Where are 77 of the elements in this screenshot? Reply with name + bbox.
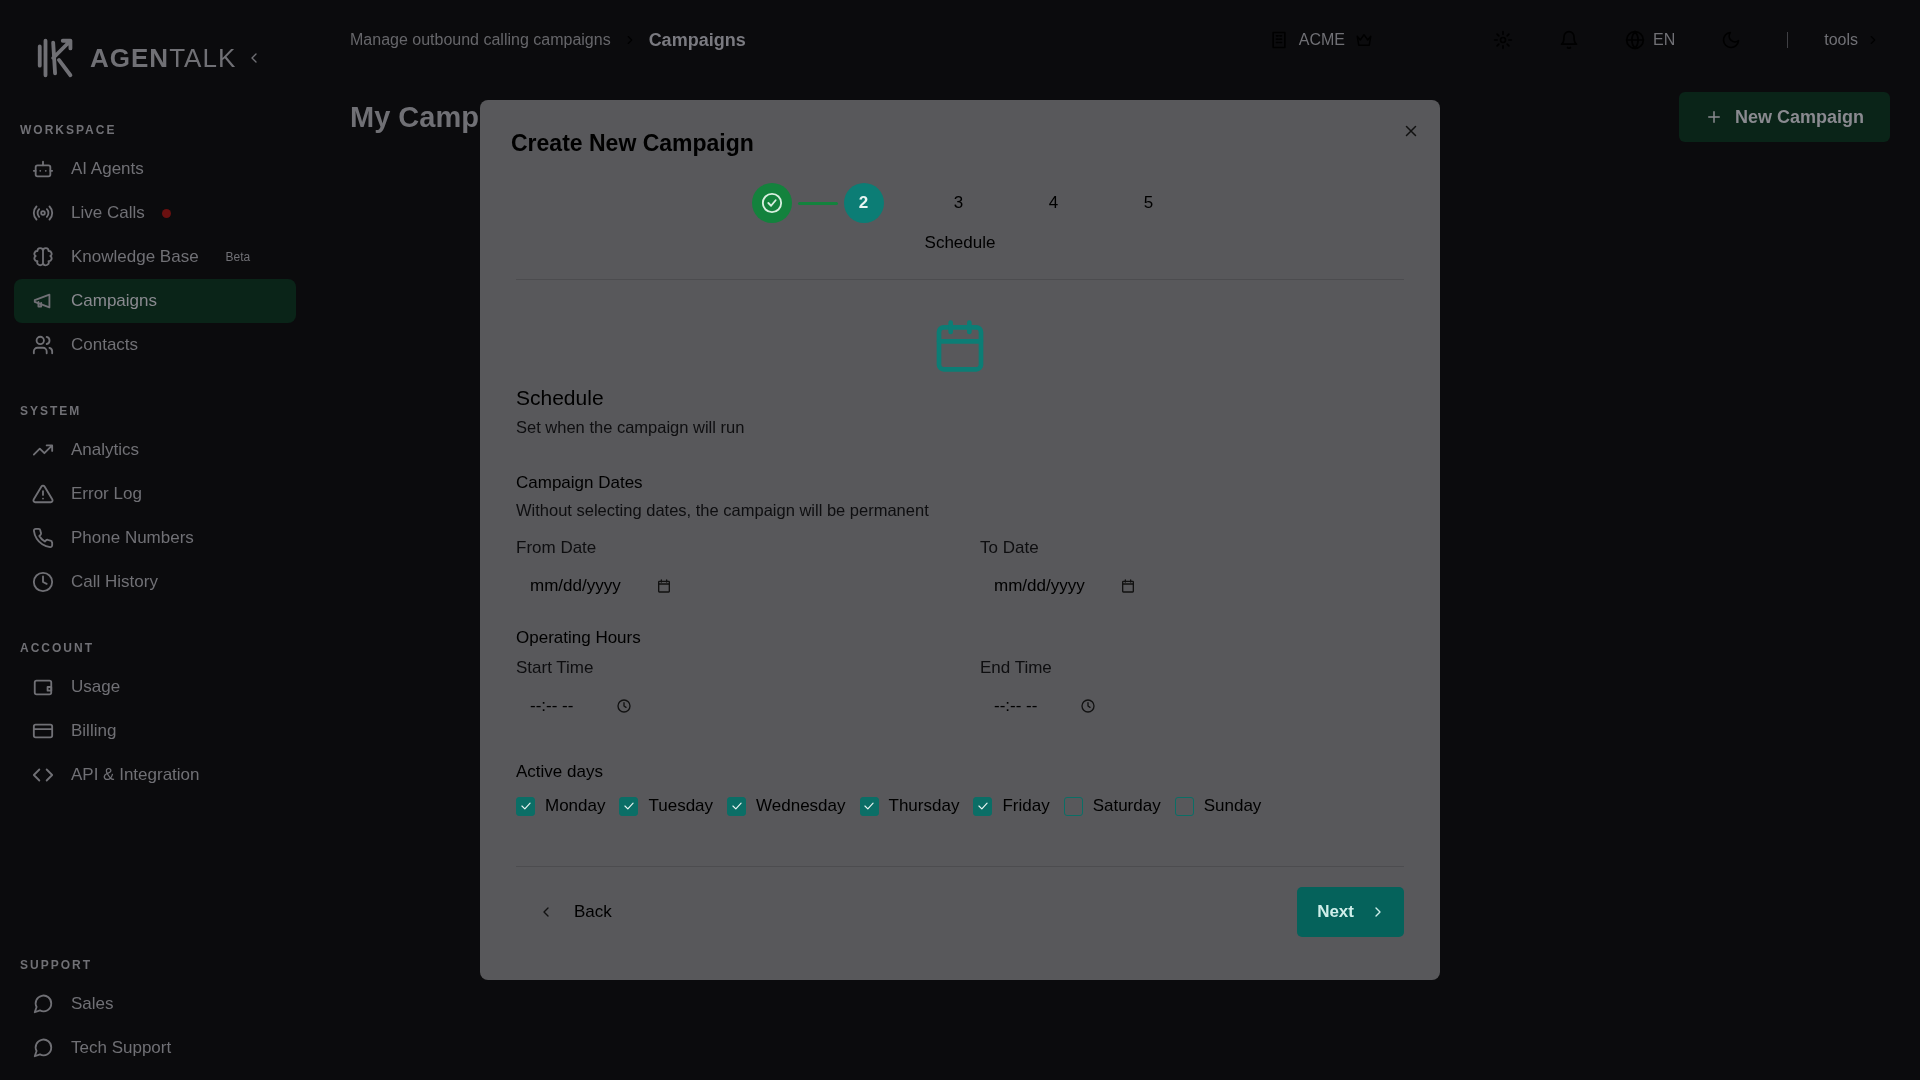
checkbox[interactable] <box>859 796 879 816</box>
phone-icon <box>32 527 54 549</box>
group-note: Without selecting dates, the campaign will be permanent <box>516 501 929 520</box>
sidebar-item[interactable]: API & Integration <box>14 753 296 797</box>
language-label[interactable]: EN <box>1652 31 1676 49</box>
page-title: My Camp <box>350 100 479 134</box>
group-heading: Active days <box>516 762 603 782</box>
section-heading: Schedule <box>516 386 605 410</box>
step-indicator: 2 <box>843 183 884 223</box>
breadcrumb-link[interactable]: Manage outbound calling campaigns <box>350 31 611 49</box>
step-connector <box>797 201 838 205</box>
field-label: To Date <box>980 538 1039 558</box>
sidebar-item[interactable]: Billing <box>14 709 296 753</box>
sidebar-item[interactable]: Knowledge Base Beta <box>14 235 296 279</box>
time-field[interactable]: --:-- -- <box>980 686 1110 726</box>
date-field[interactable]: mm/dd/yyyy <box>516 566 686 606</box>
checkbox[interactable] <box>1174 796 1194 816</box>
section-heading: WORKSPACE <box>19 123 117 137</box>
sidebar-item[interactable]: Call History <box>14 560 296 604</box>
checkbox-label: Wednesday <box>756 796 846 816</box>
check-circle-icon <box>760 192 783 214</box>
clock-icon <box>1080 698 1096 714</box>
sidebar-item[interactable]: AI Agents <box>14 147 296 191</box>
step-caption: Schedule <box>924 233 996 253</box>
sidebar-item[interactable]: Analytics <box>14 428 296 472</box>
checkbox-label: Sunday <box>1203 796 1262 816</box>
warning-icon <box>32 483 54 505</box>
checkbox-label: Thursday <box>888 796 960 816</box>
group-heading: Campaign Dates <box>516 473 643 493</box>
checkbox-label: Saturday <box>1092 796 1161 816</box>
sidebar-item[interactable]: Sales <box>14 982 296 1026</box>
modal-title: Create New Campaign <box>511 130 755 157</box>
checkbox[interactable] <box>619 796 639 816</box>
section-heading: SUPPORT <box>19 958 92 972</box>
checkbox[interactable] <box>516 796 535 816</box>
sidebar-item[interactable]: Tech Support <box>14 1026 296 1070</box>
sidebar-item[interactable]: Campaigns <box>14 279 296 323</box>
group-heading: Operating Hours <box>516 628 641 648</box>
sidebar-item[interactable]: Error Log <box>14 472 296 516</box>
back-button[interactable]: Back <box>516 894 634 930</box>
step-indicator: 4 <box>1047 192 1060 214</box>
next-button[interactable]: Next <box>1297 887 1404 937</box>
section-heading: ACCOUNT <box>19 641 94 655</box>
organization-name[interactable]: ACME <box>1298 31 1345 49</box>
section-description: Set when the campaign will run <box>516 418 745 437</box>
chat-icon <box>32 1037 54 1059</box>
date-field[interactable]: mm/dd/yyyy <box>980 566 1150 606</box>
sidebar-item[interactable]: Live Calls <box>14 191 296 235</box>
users-icon <box>32 334 54 356</box>
checkbox[interactable] <box>727 796 747 816</box>
chat-icon <box>32 993 54 1015</box>
sidebar-item[interactable]: Contacts <box>14 323 296 367</box>
field-label: From Date <box>516 538 597 558</box>
clock-icon <box>32 571 54 593</box>
step-indicator: 3 <box>952 192 965 214</box>
user-name[interactable]: tools <box>1824 31 1858 49</box>
field-label: Start Time <box>516 658 594 678</box>
checkbox-label: Tuesday <box>648 796 714 816</box>
beta-label: Beta <box>225 250 251 264</box>
new-campaign-button[interactable]: New Campaign <box>1678 92 1890 142</box>
field-label: End Time <box>980 658 1052 678</box>
sidebar-item[interactable]: Phone Numbers <box>14 516 296 560</box>
breadcrumb-current: Campaigns <box>648 29 746 51</box>
logo-text: AGENTALK <box>90 42 237 74</box>
sidebar-item[interactable]: Usage <box>14 665 296 709</box>
step-indicator: 5 <box>1142 192 1155 214</box>
checkbox[interactable] <box>973 796 993 816</box>
calendar-icon <box>1120 578 1136 594</box>
robot-icon <box>32 158 54 180</box>
checkbox[interactable] <box>1063 796 1083 816</box>
brain-icon <box>32 246 54 268</box>
clock-icon <box>616 698 632 714</box>
checkbox-label: Monday <box>545 796 606 816</box>
calendar-icon <box>656 578 672 594</box>
time-field[interactable]: --:-- -- <box>516 686 646 726</box>
checkbox-label: Friday <box>1002 796 1050 816</box>
section-heading: SYSTEM <box>19 404 82 418</box>
